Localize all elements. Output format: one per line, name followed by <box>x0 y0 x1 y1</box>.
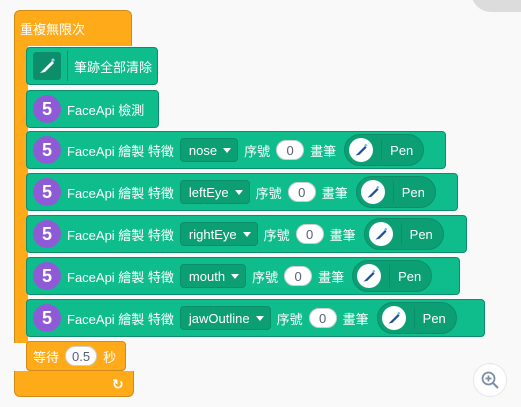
pen-reporter[interactable]: Pen <box>355 176 436 208</box>
draw-prefix-label: FaceApi 繪製 特徵 <box>67 269 174 285</box>
caret-down-icon <box>234 189 243 195</box>
feature-dropdown[interactable]: nose <box>179 138 239 162</box>
index-input[interactable]: 0 <box>284 266 313 286</box>
wait-unit: 秒 <box>103 349 117 365</box>
feature-dropdown[interactable]: leftEye <box>179 180 250 204</box>
corner-scroll-shape <box>471 0 521 12</box>
extension-badge-icon: 5 <box>33 262 61 290</box>
pen-reporter[interactable]: Pen <box>376 302 457 334</box>
pen-label: 畫筆 <box>310 143 337 159</box>
pen-reporter[interactable]: Pen <box>352 260 433 292</box>
pen-reporter[interactable]: Pen <box>344 134 425 166</box>
pen-clear-label: 筆跡全部清除 <box>74 59 153 75</box>
faceapi-draw-block[interactable]: 5 FaceApi 繪製 特徵 nose 序號 0 畫筆 Pen <box>26 131 446 169</box>
pen-clear-block[interactable]: 筆跡全部清除 <box>26 47 158 85</box>
index-label: 序號 <box>263 227 290 243</box>
faceapi-detect-block[interactable]: 5 FaceApi 檢測 <box>26 90 159 128</box>
reporter-separator <box>392 181 394 203</box>
pen-name: Pen <box>422 310 446 326</box>
pen-label: 畫筆 <box>318 269 345 285</box>
reporter-separator <box>389 265 391 287</box>
pen-label: 畫筆 <box>321 185 348 201</box>
reporter-separator <box>413 307 415 329</box>
faceapi-draw-block[interactable]: 5 FaceApi 繪製 特徵 jawOutline 序號 0 畫筆 Pen <box>26 299 485 337</box>
zoom-in-button[interactable] <box>473 363 507 397</box>
feature-value: leftEye <box>188 184 229 200</box>
draw-prefix-label: FaceApi 繪製 特徵 <box>67 185 174 201</box>
index-input[interactable]: 0 <box>287 182 316 202</box>
draw-prefix-label: FaceApi 繪製 特徵 <box>67 311 174 327</box>
pen-icon <box>381 306 406 330</box>
pen-name: Pen <box>390 142 414 158</box>
wait-label: 等待 <box>33 349 60 365</box>
index-input[interactable]: 0 <box>295 224 324 244</box>
block-separator <box>67 51 68 81</box>
feature-value: jawOutline <box>188 310 250 326</box>
pen-name: Pen <box>398 268 422 284</box>
pen-name: Pen <box>409 226 433 242</box>
feature-value: mouth <box>188 268 226 284</box>
feature-value: rightEye <box>188 226 237 242</box>
feature-dropdown[interactable]: rightEye <box>179 222 258 246</box>
extension-badge-icon: 5 <box>33 95 61 123</box>
index-label: 序號 <box>276 311 303 327</box>
faceapi-draw-block[interactable]: 5 FaceApi 繪製 特徵 leftEye 序號 0 畫筆 Pen <box>26 173 458 211</box>
pen-icon <box>33 52 61 80</box>
loop-arrow-icon: ↻ <box>112 376 124 392</box>
extension-badge-icon: 5 <box>33 136 61 164</box>
pen-name: Pen <box>401 184 425 200</box>
extension-badge-icon: 5 <box>33 178 61 206</box>
feature-dropdown[interactable]: jawOutline <box>179 306 271 330</box>
reporter-separator <box>400 223 402 245</box>
caret-down-icon <box>242 231 251 237</box>
feature-value: nose <box>188 142 218 158</box>
faceapi-detect-label: FaceApi 檢測 <box>67 102 145 118</box>
pen-label: 畫筆 <box>329 227 356 243</box>
index-label: 序號 <box>252 269 279 285</box>
caret-down-icon <box>255 315 264 321</box>
pen-reporter[interactable]: Pen <box>363 218 444 250</box>
caret-down-icon <box>231 273 240 279</box>
pen-icon <box>357 264 382 288</box>
index-input[interactable]: 0 <box>276 140 305 160</box>
faceapi-draw-block[interactable]: 5 FaceApi 繪製 特徵 mouth 序號 0 畫筆 Pen <box>26 257 460 295</box>
feature-dropdown[interactable]: mouth <box>179 264 247 288</box>
wait-seconds-input[interactable]: 0.5 <box>65 346 98 366</box>
draw-prefix-label: FaceApi 繪製 特徵 <box>67 143 174 159</box>
extension-badge-icon: 5 <box>33 220 61 248</box>
pen-icon <box>368 222 393 246</box>
index-input[interactable]: 0 <box>308 308 337 328</box>
pen-label: 畫筆 <box>342 311 369 327</box>
index-label: 序號 <box>244 143 271 159</box>
pen-icon <box>349 138 374 162</box>
reporter-separator <box>381 139 383 161</box>
faceapi-draw-block[interactable]: 5 FaceApi 繪製 特徵 rightEye 序號 0 畫筆 Pen <box>26 215 467 253</box>
zoom-in-icon <box>481 371 499 389</box>
pen-icon <box>360 180 385 204</box>
caret-down-icon <box>223 147 232 153</box>
forever-label: 重複無限次 <box>20 22 86 37</box>
extension-badge-icon: 5 <box>33 304 61 332</box>
wait-block[interactable]: 等待 0.5 秒 <box>26 341 126 371</box>
index-label: 序號 <box>255 185 282 201</box>
draw-prefix-label: FaceApi 繪製 特徵 <box>67 227 174 243</box>
